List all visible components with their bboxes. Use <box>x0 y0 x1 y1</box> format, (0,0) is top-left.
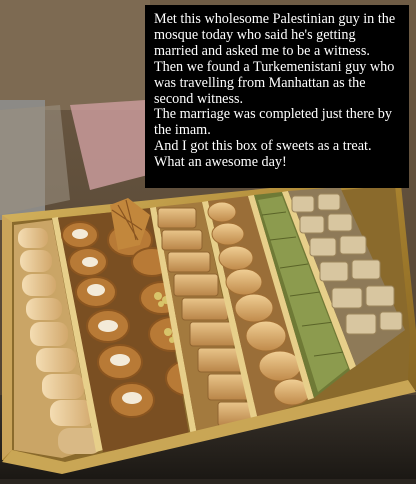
caption-box: Met this wholesome Palestinian guy in th… <box>145 5 409 188</box>
caption-line: Met this wholesome Palestinian guy in th… <box>154 11 396 59</box>
caption-line: Then we found a Turkemenistani guy who w… <box>154 58 395 107</box>
caption-line: What an awesome day! <box>154 154 287 171</box>
caption-line: And I got this box of sweets as a treat. <box>154 138 372 155</box>
caption-line: The marriage was completed just there by… <box>154 106 392 139</box>
